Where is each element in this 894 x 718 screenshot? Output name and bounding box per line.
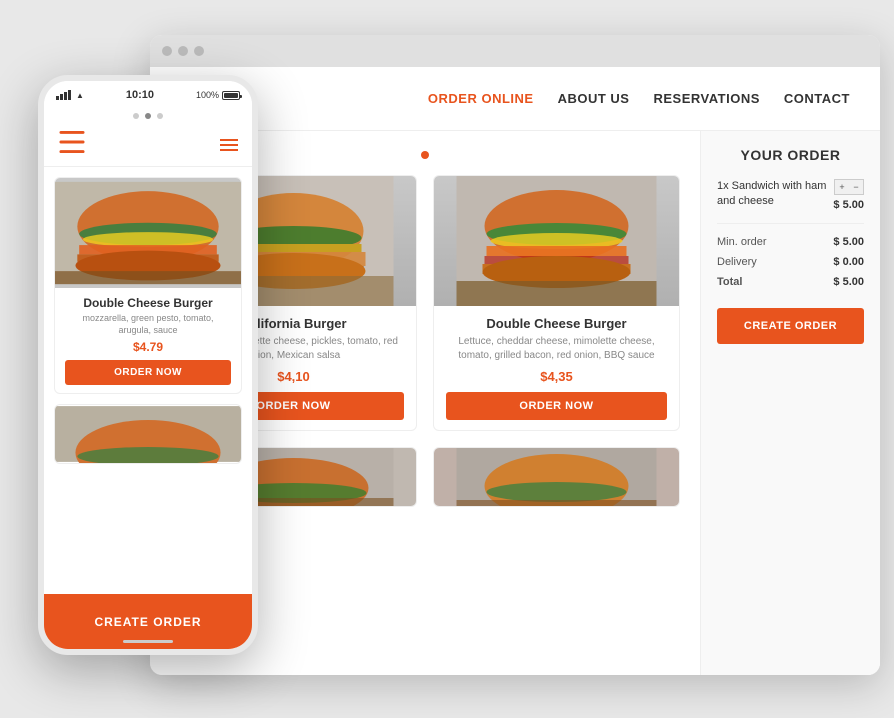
product-desc-2: Lettuce, cheddar cheese, mimolette chees… xyxy=(446,335,667,363)
product-img-2 xyxy=(434,176,679,306)
product-price-2: $4,35 xyxy=(446,369,667,384)
wifi-indicator: ▲ xyxy=(76,91,84,100)
browser-dot-yellow xyxy=(178,46,188,56)
battery-tip xyxy=(240,95,242,98)
product-card-2: Double Cheese Burger Lettuce, cheddar ch… xyxy=(433,175,680,431)
product-name-2: Double Cheese Burger xyxy=(446,316,667,331)
scene: ORDER ONLINE ABOUT US RESERVATIONS CONTA… xyxy=(20,20,874,698)
phone-dot-2 xyxy=(145,113,151,119)
phone-product-img xyxy=(55,178,241,288)
hamburger-menu[interactable] xyxy=(220,139,238,151)
nav-about-us[interactable]: ABOUT US xyxy=(558,91,630,106)
order-now-btn-2[interactable]: ORDER NOW xyxy=(446,392,667,420)
nav-reservations[interactable]: RESERVATIONS xyxy=(653,91,759,106)
order-item-name: 1x Sandwich with ham and cheese xyxy=(717,179,833,210)
total-value: $ 5.00 xyxy=(833,276,864,288)
battery-pct: 100% xyxy=(196,90,219,100)
browser-dot-red xyxy=(162,46,172,56)
website-nav: ORDER ONLINE ABOUT US RESERVATIONS CONTA… xyxy=(150,67,880,131)
min-order-label: Min. order xyxy=(717,236,767,248)
nav-contact[interactable]: CONTACT xyxy=(784,91,850,106)
browser-content: ORDER ONLINE ABOUT US RESERVATIONS CONTA… xyxy=(150,67,880,675)
desktop-browser: ORDER ONLINE ABOUT US RESERVATIONS CONTA… xyxy=(150,35,880,675)
phone-product-price: $4.79 xyxy=(65,340,231,354)
battery-area: 100% xyxy=(196,90,240,100)
delivery-label: Delivery xyxy=(717,256,757,268)
bar3 xyxy=(64,92,67,100)
min-order-value: $ 5.00 xyxy=(833,236,864,248)
item-price: $ 5.00 xyxy=(833,199,864,211)
product-card-4 xyxy=(433,447,680,507)
product-info-2: Double Cheese Burger Lettuce, cheddar ch… xyxy=(434,306,679,430)
phone-nav xyxy=(44,123,252,167)
phone-home-indicator xyxy=(123,640,173,643)
phone-product-name: Double Cheese Burger xyxy=(65,296,231,310)
bar4 xyxy=(68,90,71,100)
order-min-order-row: Min. order $ 5.00 xyxy=(717,236,864,248)
ham-line-3 xyxy=(220,149,238,151)
phone-statusbar: ▲ 10:10 100% xyxy=(44,81,252,109)
phone-dot-3 xyxy=(157,113,163,119)
bar2 xyxy=(60,94,63,100)
website-body: California Burger Lettuce, mimolette che… xyxy=(150,131,880,675)
phone-product-info: Double Cheese Burger mozzarella, green p… xyxy=(55,288,241,393)
order-item: 1x Sandwich with ham and cheese + − $ 5.… xyxy=(717,179,864,224)
qty-minus-btn[interactable]: − xyxy=(849,180,863,194)
phone-order-btn[interactable]: ORDER NOW xyxy=(65,360,231,385)
qty-plus-btn[interactable]: + xyxy=(835,180,849,194)
phone-logo xyxy=(58,128,86,161)
phone-body: Double Cheese Burger mozzarella, green p… xyxy=(44,167,252,589)
nav-order-online[interactable]: ORDER ONLINE xyxy=(428,91,534,106)
browser-dot-green xyxy=(194,46,204,56)
nav-links: ORDER ONLINE ABOUT US RESERVATIONS CONTA… xyxy=(428,91,850,106)
bar1 xyxy=(56,96,59,100)
order-title: YOUR ORDER xyxy=(717,147,864,163)
create-order-btn[interactable]: CREATE ORDER xyxy=(717,308,864,344)
order-total-row: Total $ 5.00 xyxy=(717,276,864,288)
signal-area: ▲ xyxy=(56,90,84,100)
phone-dots xyxy=(44,109,252,123)
ham-line-2 xyxy=(220,144,238,146)
battery-fill xyxy=(224,93,238,98)
phone-time: 10:10 xyxy=(126,89,154,101)
signal-bars xyxy=(56,90,71,100)
phone-product-desc: mozzarella, green pesto, tomato, arugula… xyxy=(65,313,231,336)
mobile-phone: ▲ 10:10 100% xyxy=(38,75,258,655)
order-sidebar: YOUR ORDER 1x Sandwich with ham and chee… xyxy=(700,131,880,675)
phone-product-card: Double Cheese Burger mozzarella, green p… xyxy=(54,177,242,394)
phone-create-order-btn[interactable]: CREATE ORDER xyxy=(94,615,201,629)
order-controls: + − $ 5.00 xyxy=(833,179,864,211)
qty-controls[interactable]: + − xyxy=(834,179,864,195)
battery-icon xyxy=(222,91,240,100)
phone-next-card xyxy=(54,404,242,464)
ham-line-1 xyxy=(220,139,238,141)
order-delivery-row: Delivery $ 0.00 xyxy=(717,256,864,268)
phone-dot-1 xyxy=(133,113,139,119)
total-label: Total xyxy=(717,276,742,288)
carousel-dot xyxy=(421,151,429,159)
browser-titlebar xyxy=(150,35,880,67)
delivery-value: $ 0.00 xyxy=(833,256,864,268)
